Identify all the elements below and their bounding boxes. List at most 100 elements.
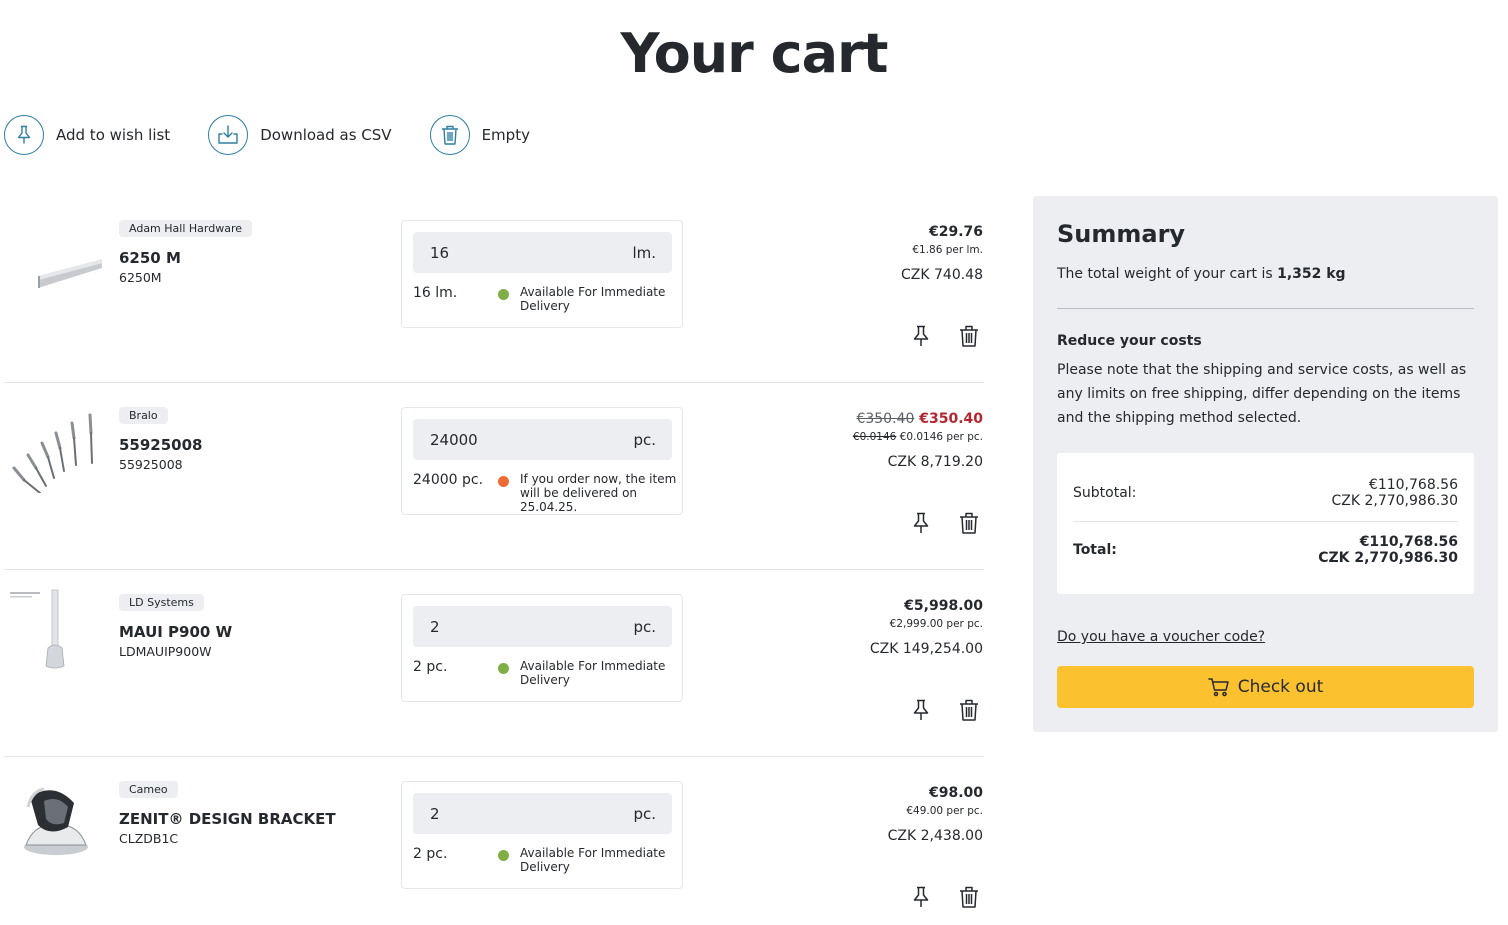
reduce-costs-title: Reduce your costs <box>1057 333 1202 349</box>
czk-price: CZK 8,719.20 <box>887 454 983 470</box>
line-price-value: €29.76 <box>928 224 983 240</box>
summary-title: Summary <box>1057 220 1186 248</box>
product-name[interactable]: 6250 M <box>119 249 181 267</box>
availability-dot <box>498 476 509 487</box>
voucher-link[interactable]: Do you have a voucher code? <box>1057 629 1265 645</box>
trash-icon <box>429 115 470 155</box>
czk-price: CZK 2,438.00 <box>887 828 983 844</box>
availability-dot <box>498 289 509 300</box>
cart-actions: Add to wish list Download as CSV Empty <box>4 115 568 155</box>
product-image <box>4 767 104 867</box>
quantity-input[interactable]: 16 lm. <box>413 232 672 273</box>
quantity-input[interactable]: 24000 pc. <box>413 419 672 460</box>
trash-icon <box>960 886 978 908</box>
download-csv-button[interactable]: Download as CSV <box>208 115 392 155</box>
cart-item: Bralo 55925008 55925008 24000 pc. 24000 … <box>4 383 984 570</box>
product-name[interactable]: ZENIT® DESIGN BRACKET <box>119 810 336 828</box>
add-to-wishlist-label: Add to wish list <box>56 126 171 144</box>
add-to-wishlist-item-button[interactable] <box>909 885 933 909</box>
subtotal-czk: CZK 2,770,986.30 <box>1331 493 1458 509</box>
quantity-box: 24000 pc. 24000 pc. If you order now, th… <box>401 407 683 515</box>
quantity-unit: pc. <box>633 804 656 823</box>
old-price: €350.40 <box>856 411 915 427</box>
product-sku: 6250M <box>119 270 162 285</box>
add-to-wishlist-item-button[interactable] <box>909 698 933 722</box>
quantity-total: 2 pc. <box>413 846 448 862</box>
product-image <box>4 580 104 680</box>
summary-panel: Summary The total weight of your cart is… <box>1033 196 1498 732</box>
line-price-value: €98.00 <box>928 785 983 801</box>
remove-item-button[interactable] <box>957 511 981 535</box>
remove-item-button[interactable] <box>957 698 981 722</box>
availability-text: Available For Immediate Delivery <box>520 285 666 313</box>
checkout-label: Check out <box>1237 677 1324 697</box>
product-name[interactable]: MAUI P900 W <box>119 623 232 641</box>
brand-badge: LD Systems <box>119 594 204 611</box>
checkout-button[interactable]: Check out <box>1057 666 1474 708</box>
download-csv-label: Download as CSV <box>260 126 392 144</box>
line-price: €29.76 <box>929 224 983 240</box>
line-price: €98.00 <box>929 785 983 801</box>
product-sku: LDMAUIP900W <box>119 644 212 659</box>
cart-weight-value: 1,352 kg <box>1277 266 1346 282</box>
availability-text: Available For Immediate Delivery <box>520 659 666 687</box>
availability-dot <box>498 663 509 674</box>
total-row: Total: €110,768.56 CZK 2,770,986.30 <box>1073 534 1458 566</box>
availability-text: Available For Immediate Delivery <box>520 846 666 874</box>
trash-icon <box>960 325 978 347</box>
total-values: €110,768.56 CZK 2,770,986.30 <box>1318 534 1458 566</box>
product-name[interactable]: 55925008 <box>119 436 203 454</box>
summary-divider <box>1057 308 1474 309</box>
unit-price: €2,999.00 per pc. <box>889 618 983 630</box>
quantity-unit: pc. <box>633 430 656 449</box>
quantity-box: 16 lm. 16 lm. Available For Immediate De… <box>401 220 683 328</box>
remove-item-button[interactable] <box>957 885 981 909</box>
total-eur: €110,768.56 <box>1359 534 1458 550</box>
empty-cart-label: Empty <box>481 126 530 144</box>
brand-badge: Bralo <box>119 407 168 424</box>
quantity-total: 2 pc. <box>413 659 448 675</box>
czk-price: CZK 149,254.00 <box>869 641 983 657</box>
cart-item-list: Adam Hall Hardware 6250 M 6250M 16 lm. 1… <box>4 196 984 925</box>
totals-box: Subtotal: €110,768.56 CZK 2,770,986.30 T… <box>1057 453 1474 594</box>
quantity-value: 2 <box>430 617 440 636</box>
add-to-wishlist-button[interactable]: Add to wish list <box>4 115 170 155</box>
page-title: Your cart <box>620 22 888 85</box>
line-price: €5,998.00 <box>904 598 983 614</box>
download-icon <box>208 115 249 155</box>
totals-divider <box>1073 521 1458 522</box>
old-unit-price: €0.0146 <box>852 431 897 443</box>
quantity-total: 16 lm. <box>413 285 458 301</box>
subtotal-eur: €110,768.56 <box>1368 477 1458 493</box>
shopping-cart-icon <box>1207 677 1230 697</box>
availability-text: If you order now, the item will be deliv… <box>520 472 677 514</box>
product-sku: CLZDB1C <box>119 831 179 846</box>
add-to-wishlist-item-button[interactable] <box>909 324 933 348</box>
brand-badge: Adam Hall Hardware <box>119 220 252 237</box>
subtotal-label: Subtotal: <box>1073 485 1137 501</box>
cart-weight-prefix: The total weight of your cart is <box>1057 266 1278 282</box>
remove-item-button[interactable] <box>957 324 981 348</box>
sale-price: €350.40 <box>919 411 983 427</box>
quantity-unit: pc. <box>633 617 656 636</box>
subtotal-row: Subtotal: €110,768.56 CZK 2,770,986.30 <box>1073 477 1458 509</box>
pin-icon <box>913 886 929 907</box>
cart-item: LD Systems MAUI P900 W LDMAUIP900W 2 pc.… <box>4 570 984 757</box>
product-image <box>4 393 104 494</box>
quantity-box: 2 pc. 2 pc. Available For Immediate Deli… <box>401 594 683 702</box>
quantity-value: 2 <box>430 804 440 823</box>
quantity-input[interactable]: 2 pc. <box>413 606 672 647</box>
empty-cart-button[interactable]: Empty <box>429 115 530 155</box>
add-to-wishlist-item-button[interactable] <box>909 511 933 535</box>
total-label: Total: <box>1073 542 1117 558</box>
quantity-total: 24000 pc. <box>413 472 484 488</box>
cart-item: Adam Hall Hardware 6250 M 6250M 16 lm. 1… <box>4 196 984 383</box>
trash-icon <box>960 512 978 534</box>
line-price: €350.40 €350.40 <box>856 411 983 427</box>
quantity-input[interactable]: 2 pc. <box>413 793 672 834</box>
pin-icon <box>913 699 929 720</box>
total-czk: CZK 2,770,986.30 <box>1318 550 1458 566</box>
brand-badge: Cameo <box>119 781 178 798</box>
product-sku: 55925008 <box>119 457 183 472</box>
subtotal-values: €110,768.56 CZK 2,770,986.30 <box>1331 477 1458 509</box>
